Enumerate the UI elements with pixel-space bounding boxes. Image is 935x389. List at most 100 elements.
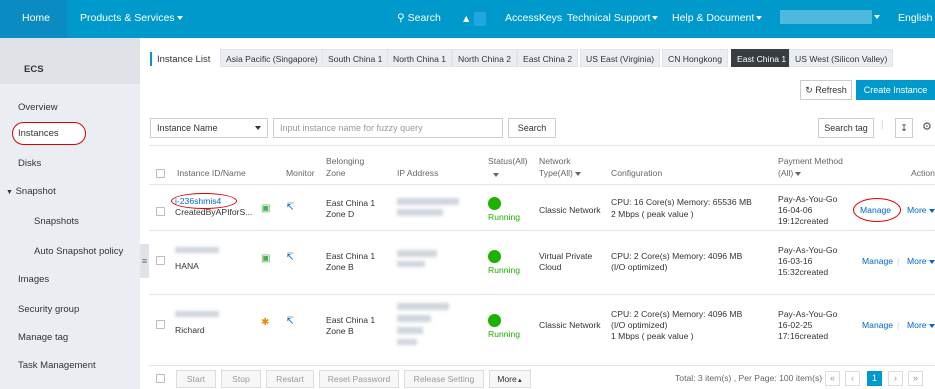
notification-bell[interactable]: ▲ bbox=[461, 12, 487, 26]
tab-east-china-1[interactable]: East China 1 bbox=[731, 49, 793, 67]
sidebar: ECS Overview Instances Disks ▼ Snapshot … bbox=[0, 38, 140, 389]
header-status-filter[interactable]: Status(All) bbox=[488, 156, 528, 167]
filter-select[interactable]: Instance Name bbox=[150, 118, 268, 138]
instance-search-input[interactable]: Input instance name for fuzzy query bbox=[273, 118, 503, 138]
more-actions-button[interactable]: More▲ bbox=[489, 370, 531, 388]
row-checkbox[interactable] bbox=[156, 207, 165, 216]
chevron-down-icon bbox=[756, 16, 763, 21]
toolbar-divider: | bbox=[881, 119, 884, 129]
payment-time: 15:32created bbox=[778, 267, 829, 277]
filter-select-value: Instance Name bbox=[157, 123, 218, 133]
manage-link[interactable]: Manage bbox=[862, 256, 893, 267]
footer-select-all-checkbox[interactable] bbox=[156, 374, 165, 383]
config-bandwidth: 2 Mbps ( peak value ) bbox=[611, 209, 694, 219]
gear-icon[interactable]: ⚙ bbox=[922, 120, 932, 133]
notification-badge bbox=[474, 12, 487, 26]
chevron-down-icon bbox=[874, 15, 880, 19]
restart-button[interactable]: Restart bbox=[266, 370, 314, 388]
products-menu[interactable]: Products & Services bbox=[80, 12, 183, 24]
last-page-button[interactable]: » bbox=[908, 371, 923, 386]
more-menu[interactable]: More bbox=[907, 256, 935, 267]
tab-east-china-2[interactable]: East China 2 bbox=[517, 49, 579, 67]
more-menu[interactable]: More bbox=[907, 205, 935, 216]
sidebar-title: ECS bbox=[24, 64, 44, 75]
sidebar-item-instances[interactable]: Instances bbox=[18, 128, 59, 139]
tab-north-china-1[interactable]: North China 1 bbox=[387, 49, 453, 67]
accesskeys-link[interactable]: AccessKeys bbox=[505, 12, 562, 24]
row-checkbox[interactable] bbox=[156, 256, 165, 265]
sidebar-item-task-management[interactable]: Task Management bbox=[18, 360, 96, 371]
header-network-filter[interactable]: Type(All) bbox=[539, 168, 581, 179]
home-link[interactable]: Home bbox=[22, 12, 50, 24]
release-setting-button[interactable]: Release Setting bbox=[404, 370, 484, 388]
ip-address-blurred bbox=[397, 261, 425, 267]
sidebar-item-manage-tag[interactable]: Manage tag bbox=[18, 332, 68, 343]
manage-link[interactable]: Manage bbox=[862, 320, 893, 331]
sidebar-item-security-group[interactable]: Security group bbox=[18, 304, 79, 315]
header-configuration: Configuration bbox=[611, 168, 663, 178]
search-label: Search bbox=[407, 12, 441, 24]
sidebar-header bbox=[0, 38, 140, 84]
header-action: Action bbox=[911, 168, 935, 178]
payment-date: 16-04-06 bbox=[778, 205, 813, 215]
support-label: Technical Support bbox=[567, 12, 651, 24]
tab-us-east-virginia[interactable]: US East (Virginia) bbox=[580, 49, 661, 67]
tab-us-west-silicon-valley[interactable]: US West (Silicon Valley) bbox=[789, 49, 894, 67]
instance-type-icon: ▣ bbox=[261, 203, 271, 214]
zone-name: Zone B bbox=[326, 326, 354, 336]
instance-type-icon: ✱ bbox=[261, 317, 270, 328]
header-payment-filter[interactable]: (All) bbox=[778, 168, 802, 179]
support-menu[interactable]: Technical Support bbox=[567, 12, 659, 24]
header-monitor: Monitor bbox=[286, 168, 315, 178]
tab-asia-pacific-singapore[interactable]: Asia Pacific (Singapore) bbox=[220, 49, 324, 67]
network-type: Virtual Private bbox=[539, 251, 593, 261]
running-status-icon bbox=[488, 314, 501, 327]
sidebar-item-images[interactable]: Images bbox=[18, 274, 49, 285]
first-page-button[interactable]: « bbox=[825, 371, 840, 386]
header-network-line2: Type(All) bbox=[539, 168, 573, 178]
chevron-down-icon[interactable] bbox=[493, 173, 499, 177]
current-page-button[interactable]: 1 bbox=[867, 371, 882, 386]
more-actions-label: More bbox=[497, 374, 517, 384]
row-checkbox[interactable] bbox=[156, 320, 165, 329]
account-menu[interactable] bbox=[780, 10, 880, 24]
manage-highlight bbox=[853, 198, 901, 222]
language-menu[interactable]: English bbox=[898, 12, 932, 24]
network-type: Classic Network bbox=[539, 320, 601, 330]
tab-south-china-1[interactable]: South China 1 bbox=[322, 49, 389, 67]
monitor-chart-icon[interactable]: ↸ bbox=[286, 202, 294, 213]
header-zone-line2: Zone bbox=[326, 168, 346, 178]
previous-page-button[interactable]: ‹ bbox=[845, 371, 860, 386]
sidebar-item-disks[interactable]: Disks bbox=[18, 158, 41, 169]
zone-name: Zone D bbox=[326, 209, 355, 219]
sidebar-item-snapshots[interactable]: Snapshots bbox=[34, 216, 79, 227]
tab-cn-hongkong[interactable]: CN Hongkong bbox=[662, 49, 728, 67]
export-button[interactable]: ↧ bbox=[895, 118, 913, 138]
search-tag-button[interactable]: Search tag bbox=[818, 118, 874, 138]
sidebar-collapse-handle[interactable]: ≡ bbox=[140, 244, 149, 278]
tab-north-china-2[interactable]: North China 2 bbox=[452, 49, 518, 67]
next-page-button[interactable]: › bbox=[888, 371, 903, 386]
monitor-chart-icon[interactable]: ↸ bbox=[286, 316, 294, 327]
chevron-up-icon: ▲ bbox=[516, 378, 523, 384]
monitor-chart-icon[interactable]: ↸ bbox=[286, 252, 294, 263]
sidebar-item-overview[interactable]: Overview bbox=[18, 102, 58, 113]
help-menu[interactable]: Help & Document bbox=[672, 12, 763, 24]
search-button[interactable]: Search bbox=[508, 118, 556, 138]
stop-button[interactable]: Stop bbox=[221, 370, 261, 388]
chevron-down-icon bbox=[795, 171, 802, 176]
search-link[interactable]: ⚲ Search bbox=[397, 12, 441, 24]
create-instance-button[interactable]: Create Instance bbox=[856, 80, 935, 100]
action-divider: | bbox=[897, 320, 900, 330]
refresh-button[interactable]: ↻ Refresh bbox=[800, 80, 852, 100]
sidebar-item-auto-snapshot-policy[interactable]: Auto Snapshot policy bbox=[34, 246, 123, 257]
select-all-checkbox[interactable] bbox=[156, 169, 165, 178]
config-cpu-memory: CPU: 2 Core(s) Memory: 4096 MB bbox=[611, 251, 743, 261]
more-menu[interactable]: More bbox=[907, 320, 935, 331]
config-cpu-memory: CPU: 16 Core(s) Memory: 65536 MB bbox=[611, 197, 752, 207]
zone-region: East China 1 bbox=[326, 198, 376, 208]
config-io: (I/O optimized) bbox=[611, 262, 668, 272]
sidebar-item-snapshot[interactable]: ▼ Snapshot bbox=[6, 186, 56, 197]
start-button[interactable]: Start bbox=[176, 370, 216, 388]
reset-password-button[interactable]: Reset Password bbox=[319, 370, 399, 388]
